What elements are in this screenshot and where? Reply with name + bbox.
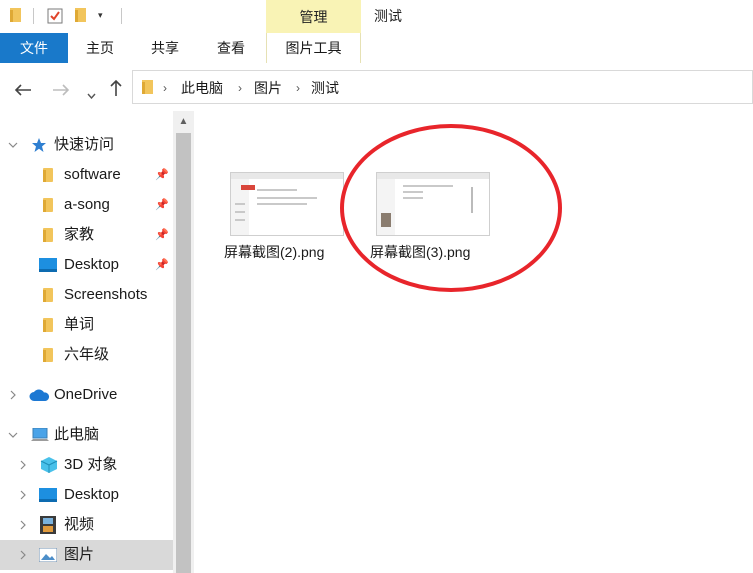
folder-icon: [43, 228, 53, 242]
new-folder-icon[interactable]: [75, 8, 86, 27]
chevron-down-icon[interactable]: [8, 420, 18, 450]
nav-label: 3D 对象: [64, 456, 118, 473]
breadcrumb-chevron-icon[interactable]: ›: [296, 71, 300, 105]
nav-label: Desktop: [64, 256, 120, 273]
pin-icon[interactable]: 📌: [155, 228, 169, 241]
nav-label: 家教: [64, 226, 95, 243]
breadcrumb-pictures[interactable]: 图片: [254, 71, 282, 105]
chevron-right-icon[interactable]: [10, 380, 16, 410]
forward-arrow-icon[interactable]: [52, 81, 70, 99]
folder-icon: [43, 198, 53, 212]
tab-home[interactable]: 主页: [80, 33, 120, 63]
nav-label: OneDrive: [54, 386, 118, 403]
tab-picture-tools[interactable]: 图片工具: [266, 33, 361, 63]
up-arrow-icon[interactable]: [109, 79, 123, 100]
nav-quick-access[interactable]: 快速访问: [0, 130, 173, 160]
breadcrumb-this-pc[interactable]: 此电脑: [181, 71, 223, 105]
nav-label: Desktop: [64, 486, 120, 503]
nav-item-pictures[interactable]: 图片: [0, 540, 173, 570]
pictures-icon: [38, 547, 58, 567]
cloud-icon: [29, 389, 50, 407]
folder-icon: [10, 8, 21, 22]
cube-3d-icon: [40, 456, 58, 479]
folder-icon: [43, 318, 53, 332]
separator: [121, 8, 122, 24]
back-arrow-icon[interactable]: [14, 81, 32, 99]
breadcrumb-chevron-icon[interactable]: ›: [163, 71, 167, 105]
pin-icon[interactable]: 📌: [155, 198, 169, 211]
pin-icon[interactable]: 📌: [155, 168, 169, 181]
nav-label: software: [64, 166, 121, 183]
desktop-icon: [39, 258, 57, 277]
tab-file[interactable]: 文件: [0, 33, 68, 63]
chevron-right-icon[interactable]: [20, 450, 26, 480]
properties-icon[interactable]: [47, 8, 63, 29]
highlight-circle: [340, 124, 562, 292]
nav-item-desktop[interactable]: Desktop: [0, 480, 173, 510]
chevron-down-icon[interactable]: [8, 130, 18, 160]
title-bar: ▾ 管理 测试: [0, 0, 753, 33]
nav-item-a-song[interactable]: a-song 📌: [0, 190, 173, 220]
nav-label: 视频: [64, 516, 95, 533]
nav-item-words[interactable]: 单词: [0, 310, 173, 340]
folder-icon: [43, 348, 53, 362]
nav-label: 单词: [64, 316, 95, 333]
ribbon-tabs: 文件 主页 共享 查看 图片工具: [0, 33, 753, 64]
chevron-right-icon[interactable]: [20, 480, 26, 510]
thumbnail: [230, 172, 344, 236]
tab-view[interactable]: 查看: [211, 33, 251, 63]
chevron-right-icon[interactable]: [20, 510, 26, 540]
nav-scrollbar[interactable]: ▲: [173, 111, 194, 573]
context-tab-manage[interactable]: 管理: [266, 0, 361, 33]
file-name: 屏幕截图(2).png: [224, 244, 325, 260]
nav-label: 快速访问: [54, 136, 115, 153]
folder-icon: [43, 168, 53, 182]
nav-item-3d-objects[interactable]: 3D 对象: [0, 450, 173, 480]
video-film-icon: [40, 516, 56, 539]
folder-icon: [142, 80, 153, 99]
nav-item-videos[interactable]: 视频: [0, 510, 173, 540]
navigation-pane: 快速访问 software 📌 a-song 📌 家教 📌 Desktop 📌 …: [0, 111, 173, 573]
scroll-up-arrow-icon[interactable]: ▲: [173, 111, 194, 132]
nav-label: a-song: [64, 196, 110, 213]
nav-item-software[interactable]: software 📌: [0, 160, 173, 190]
nav-item-grade-six[interactable]: 六年级: [0, 340, 173, 370]
address-bar[interactable]: › 此电脑 › 图片 › 测试: [132, 70, 753, 104]
computer-icon: [30, 427, 50, 448]
breadcrumb-chevron-icon[interactable]: ›: [238, 71, 242, 105]
nav-label: 图片: [64, 546, 95, 563]
nav-this-pc[interactable]: 此电脑: [0, 420, 173, 450]
nav-item-desktop-pinned[interactable]: Desktop 📌: [0, 250, 173, 280]
window-title: 测试: [374, 8, 402, 24]
star-icon: [31, 137, 47, 158]
nav-label: 此电脑: [54, 426, 100, 443]
scroll-thumb[interactable]: [176, 133, 191, 573]
recent-locations-chevron-icon[interactable]: [87, 84, 96, 102]
customize-toolbar-icon[interactable]: ▾: [98, 10, 103, 21]
tab-share[interactable]: 共享: [145, 33, 185, 63]
breadcrumb-test[interactable]: 测试: [311, 71, 339, 105]
pin-icon[interactable]: 📌: [155, 258, 169, 271]
chevron-right-icon[interactable]: [20, 540, 26, 570]
nav-onedrive[interactable]: OneDrive: [0, 380, 173, 410]
separator: [33, 8, 34, 24]
desktop-icon: [39, 488, 57, 507]
nav-label: Screenshots: [64, 286, 148, 303]
nav-item-screenshots[interactable]: Screenshots: [0, 280, 173, 310]
folder-icon: [43, 288, 53, 302]
nav-item-tutoring[interactable]: 家教 📌: [0, 220, 173, 250]
nav-label: 六年级: [64, 346, 110, 363]
